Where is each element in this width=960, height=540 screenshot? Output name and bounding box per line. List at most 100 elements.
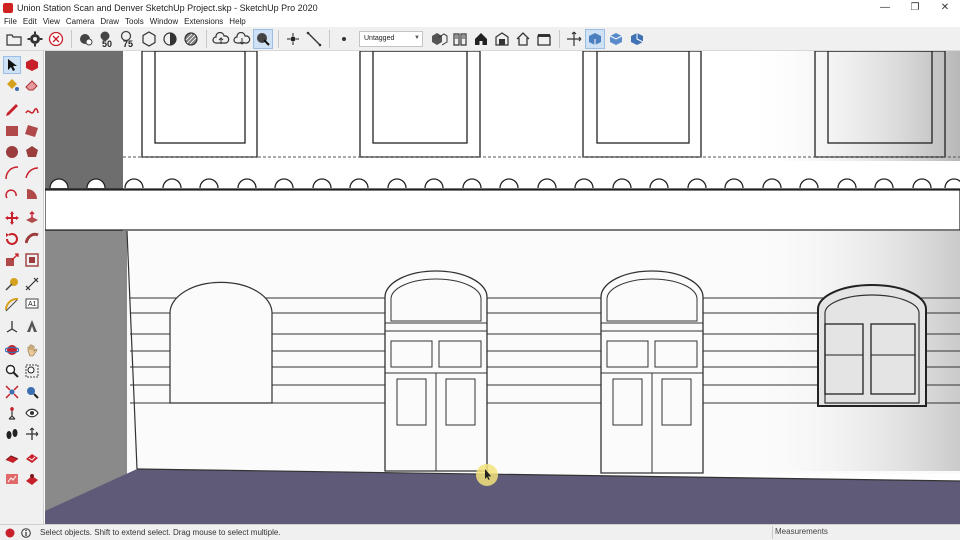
double-door-left [384,270,488,472]
dimension-tool-icon[interactable] [23,275,41,293]
menu-bar: File Edit View Camera Draw Tools Window … [0,15,960,27]
drape-tool-icon[interactable] [23,470,41,488]
scanned-arch-window [817,284,927,407]
hexagon-icon[interactable] [139,29,159,49]
position-camera-icon[interactable] [3,404,21,422]
pan-hand-icon[interactable] [23,341,41,359]
sandbox-contours-icon[interactable] [3,449,21,467]
warehouse-icon[interactable] [492,29,512,49]
book-icon[interactable] [450,29,470,49]
menu-tools[interactable]: Tools [125,17,144,26]
double-door-right [600,270,704,474]
restore-button[interactable]: ❐ [900,0,930,15]
text-tool-icon[interactable]: A1 [23,296,41,314]
house-outline-icon[interactable] [513,29,533,49]
point-cloud-overlay-upper [745,51,960,161]
home-icon[interactable] [471,29,491,49]
move-axes-icon[interactable] [564,29,584,49]
two-point-arc-icon[interactable] [23,164,41,182]
make-component-icon[interactable] [23,56,41,74]
pencil-line-icon[interactable] [3,101,21,119]
section-plane-icon[interactable] [23,425,41,443]
orbit-tool-icon[interactable] [3,341,21,359]
look-around-icon[interactable] [23,404,41,422]
rotated-rectangle-icon[interactable] [23,122,41,140]
minimize-button[interactable]: — [870,0,900,15]
offset-tool-icon[interactable] [23,251,41,269]
menu-draw[interactable]: Draw [100,17,119,26]
push-pull-icon[interactable] [23,209,41,227]
cloud-upload-icon[interactable] [211,29,231,49]
sandbox-scratch-icon[interactable] [23,449,41,467]
axes-tool-icon[interactable] [3,317,21,335]
lower-side-wall [45,231,127,511]
follow-me-icon[interactable] [23,230,41,248]
freehand-icon[interactable] [23,101,41,119]
menu-extensions[interactable]: Extensions [184,17,223,26]
status-hint: Select objects. Shift to extend select. … [40,528,281,537]
box-icon[interactable] [534,29,554,49]
select-arrow-icon[interactable] [3,56,21,74]
hatched-circle-icon[interactable] [181,29,201,49]
arc-tool-icon[interactable] [3,164,21,182]
window-controls: — ❐ ✕ [870,0,960,15]
menu-file[interactable]: File [4,17,17,26]
half-circle-icon[interactable] [160,29,180,49]
building-facade-drawing [45,51,960,524]
menu-window[interactable]: Window [150,17,178,26]
scan-tool-icon[interactable] [76,29,96,49]
model-viewport[interactable] [45,51,960,524]
polygon-tool-icon[interactable] [23,143,41,161]
zoom-window-icon[interactable] [23,362,41,380]
gear-icon[interactable] [25,29,45,49]
protractor-icon[interactable] [3,296,21,314]
scene-view-2-icon[interactable] [606,29,626,49]
menu-help[interactable]: Help [229,17,245,26]
cloud-download-icon[interactable] [232,29,252,49]
rectangle-tool-icon[interactable] [3,122,21,140]
three-point-arc-icon[interactable] [3,185,21,203]
title-bar: Union Station Scan and Denver SketchUp P… [0,0,960,15]
move-tool-icon[interactable] [3,209,21,227]
scene-view-3-icon[interactable] [627,29,647,49]
line-tool-icon[interactable] [304,29,324,49]
info-icon[interactable] [20,527,32,539]
walk-tool-icon[interactable] [3,425,21,443]
scan-select-icon[interactable] [253,28,273,49]
sketchup-logo-icon [3,2,13,13]
measurements-label: Measurements [775,527,828,536]
menu-view[interactable]: View [43,17,60,26]
scale-tool-icon[interactable] [3,251,21,269]
previous-view-icon[interactable] [23,383,41,401]
svg-text:50: 50 [102,39,112,48]
tag-dropdown[interactable]: Untagged ▼ [359,30,423,47]
cancel-icon[interactable] [46,29,66,49]
tape-measure-icon[interactable] [3,275,21,293]
tag-indicator-icon [334,29,354,49]
density-75-icon[interactable]: 75 [118,29,138,49]
pie-tool-icon[interactable] [23,185,41,203]
eraser-icon[interactable] [23,76,41,94]
svg-text:75: 75 [123,39,133,48]
menu-edit[interactable]: Edit [23,17,37,26]
cornice-band [45,189,960,231]
add-location-icon[interactable] [3,470,21,488]
circle-tool-icon[interactable] [3,143,21,161]
point-tool-icon[interactable] [283,29,303,49]
components-icon[interactable] [429,29,449,49]
close-button[interactable]: ✕ [930,0,960,15]
tag-dropdown-value: Untagged [364,35,395,42]
open-folder-icon[interactable] [4,29,24,49]
zoom-extents-icon[interactable] [3,383,21,401]
window-title: Union Station Scan and Denver SketchUp P… [17,2,318,13]
zoom-tool-icon[interactable] [3,362,21,380]
main-toolbar: 50 75 Untagged ▼ [0,27,960,51]
menu-camera[interactable]: Camera [66,17,94,26]
geo-location-icon[interactable] [4,527,16,539]
paint-bucket-icon[interactable] [3,76,21,94]
density-50-icon[interactable]: 50 [97,29,117,49]
3d-text-icon[interactable] [23,317,41,335]
rotate-tool-icon[interactable] [3,230,21,248]
status-bar: Select objects. Shift to extend select. … [0,524,960,540]
scene-view-1-icon[interactable] [585,28,605,49]
